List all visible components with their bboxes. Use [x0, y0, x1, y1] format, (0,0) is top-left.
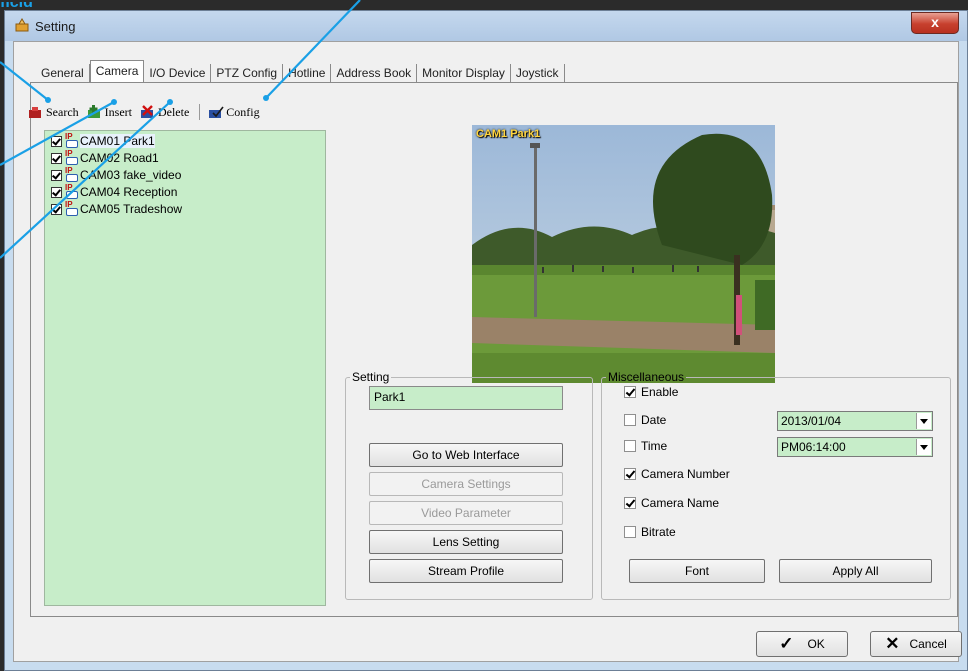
- lens-setting-button[interactable]: Lens Setting: [369, 530, 563, 554]
- cancel-button[interactable]: ✕ Cancel: [870, 631, 962, 657]
- apply-all-button[interactable]: Apply All: [779, 559, 932, 583]
- search-button[interactable]: Search: [28, 105, 79, 120]
- x-icon: ✕: [885, 634, 900, 653]
- camera-checkbox[interactable]: [51, 203, 62, 215]
- enable-label: Enable: [641, 385, 679, 399]
- camera-label: CAM01 Park1: [80, 134, 155, 148]
- chevron-down-icon[interactable]: [916, 413, 931, 429]
- time-option[interactable]: Time: [624, 439, 667, 453]
- tab-io-device[interactable]: I/O Device: [144, 64, 212, 82]
- date-select[interactable]: 2013/01/04: [777, 411, 933, 431]
- stream-profile-button[interactable]: Stream Profile: [369, 559, 563, 583]
- insert-button[interactable]: Insert: [87, 105, 132, 120]
- camera-label: CAM03 fake_video: [80, 168, 182, 182]
- date-option[interactable]: Date: [624, 413, 666, 427]
- camera-checkbox[interactable]: [51, 186, 62, 198]
- setting-group-legend: Setting: [352, 370, 390, 384]
- tab-ptz-config[interactable]: PTZ Config: [211, 64, 284, 82]
- camera-checkbox[interactable]: [51, 169, 62, 181]
- config-label: Config: [226, 104, 260, 119]
- bitrate-checkbox[interactable]: [624, 526, 636, 538]
- ok-label: OK: [807, 637, 825, 651]
- camera-name-label: Camera Name: [641, 496, 720, 510]
- park-scene-image: [472, 125, 775, 383]
- camera-checkbox[interactable]: [51, 135, 62, 147]
- camera-number-label: Camera Number: [641, 467, 730, 481]
- miscellaneous-group-legend: Miscellaneous: [608, 370, 685, 384]
- time-select[interactable]: PM06:14:00: [777, 437, 933, 457]
- bitrate-option[interactable]: Bitrate: [624, 525, 676, 539]
- ip-camera-icon: IP: [65, 183, 78, 199]
- delete-button[interactable]: Delete: [140, 105, 189, 120]
- camera-number-checkbox[interactable]: [624, 468, 636, 480]
- ip-camera-icon: IP: [65, 149, 78, 165]
- date-checkbox[interactable]: [624, 414, 636, 426]
- ok-button[interactable]: ✓ OK: [756, 631, 848, 657]
- config-button[interactable]: Config: [208, 104, 260, 120]
- camera-list[interactable]: IP CAM01 Park1 IP CAM02 Road1 IP CAM03 f…: [44, 130, 326, 606]
- camera-list-item[interactable]: IP CAM02 Road1: [51, 149, 159, 166]
- font-button[interactable]: Font: [629, 559, 765, 583]
- camera-list-item[interactable]: IP CAM05 Tradeshow: [51, 200, 183, 217]
- camera-name-input[interactable]: Park1: [369, 386, 563, 410]
- delete-label: Delete: [157, 104, 190, 119]
- tab-strip: General Camera I/O Device PTZ Config Hot…: [36, 60, 565, 82]
- tab-camera[interactable]: Camera: [89, 60, 145, 82]
- camera-number-option[interactable]: Camera Number: [624, 467, 730, 481]
- tab-joystick[interactable]: Joystick: [511, 64, 565, 82]
- checkmark-icon: ✓: [779, 634, 794, 653]
- dialog-body: General Camera I/O Device PTZ Config Hot…: [13, 41, 962, 662]
- video-parameter-button: Video Parameter: [369, 501, 563, 525]
- go-to-web-interface-button[interactable]: Go to Web Interface: [369, 443, 563, 467]
- tab-hotline[interactable]: Hotline: [283, 64, 332, 82]
- delete-camera-icon: [140, 105, 153, 118]
- preview-overlay-label: CAM1 Park1: [476, 128, 541, 140]
- insert-camera-icon: [87, 105, 100, 118]
- settings-window: Setting x General Camera I/O Device PTZ …: [4, 10, 968, 671]
- camera-label: CAM02 Road1: [80, 151, 159, 165]
- time-value: PM06:14:00: [781, 440, 846, 454]
- search-camera-icon: [29, 107, 41, 118]
- close-icon: x: [931, 14, 939, 30]
- camera-settings-button: Camera Settings: [369, 472, 563, 496]
- camera-list-item[interactable]: IP CAM04 Reception: [51, 183, 178, 200]
- insert-label: Insert: [104, 104, 132, 119]
- camera-preview[interactable]: CAM1 Park1: [472, 125, 775, 383]
- tab-address-book[interactable]: Address Book: [331, 64, 418, 82]
- enable-checkbox[interactable]: [624, 386, 636, 398]
- ip-camera-icon: IP: [65, 132, 78, 148]
- camera-list-item[interactable]: IP CAM01 Park1: [51, 132, 155, 149]
- tab-monitor-display[interactable]: Monitor Display: [417, 64, 511, 82]
- close-button[interactable]: x: [911, 12, 959, 34]
- camera-toolbar: Search Insert Delete Config: [28, 104, 268, 120]
- cancel-label: Cancel: [909, 637, 947, 651]
- date-value: 2013/01/04: [781, 414, 842, 428]
- tab-general[interactable]: General: [36, 64, 90, 82]
- toolbar-separator: [199, 104, 201, 120]
- camera-label: CAM05 Tradeshow: [80, 202, 183, 216]
- date-label: Date: [641, 413, 667, 427]
- camera-list-item[interactable]: IP CAM03 fake_video: [51, 166, 182, 183]
- config-camera-icon: [209, 106, 224, 118]
- ip-camera-icon: IP: [65, 166, 78, 182]
- camera-name-checkbox[interactable]: [624, 497, 636, 509]
- camera-checkbox[interactable]: [51, 152, 62, 164]
- title-bar[interactable]: Setting x: [5, 11, 967, 41]
- chevron-down-icon[interactable]: [916, 439, 931, 455]
- time-label: Time: [641, 439, 668, 453]
- settings-app-icon: [15, 18, 29, 32]
- bitrate-label: Bitrate: [641, 525, 676, 539]
- ip-camera-icon: IP: [65, 200, 78, 216]
- camera-label: CAM04 Reception: [80, 185, 178, 199]
- time-checkbox[interactable]: [624, 440, 636, 452]
- enable-option[interactable]: Enable: [624, 385, 678, 399]
- camera-name-option[interactable]: Camera Name: [624, 496, 719, 510]
- search-label: Search: [46, 104, 79, 119]
- window-title: Setting: [35, 19, 76, 34]
